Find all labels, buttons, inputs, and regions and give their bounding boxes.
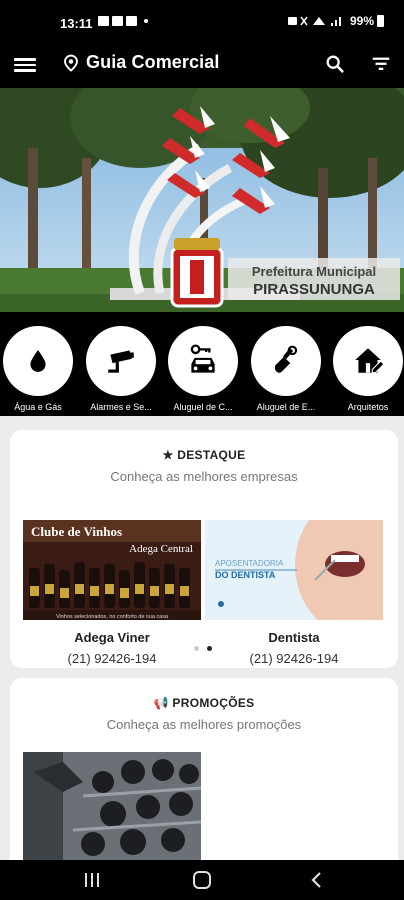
ad-line1: APOSENTADORIA xyxy=(215,559,284,568)
location-pin-icon xyxy=(64,54,78,72)
recent-apps-icon xyxy=(85,873,99,887)
notification-icons xyxy=(98,16,148,26)
ad-title: Clube de Vinhos xyxy=(31,524,122,539)
banner-caption-line1: Prefeitura Municipal xyxy=(252,264,376,279)
category-label: Água e Gás xyxy=(14,402,62,412)
home-button[interactable] xyxy=(190,870,214,890)
app-bar: Guia Comercial xyxy=(0,44,404,88)
signal-wifi-icon xyxy=(287,16,341,26)
ad-line2: DO DENTISTA xyxy=(215,570,276,580)
app-title: Guia Comercial xyxy=(86,52,220,72)
house-pencil-icon xyxy=(355,348,385,374)
destaque-card: ★ DESTAQUE Conheça as melhores empresas … xyxy=(10,430,398,668)
ad-caption: Vinhos selecionados, no conforto de sua … xyxy=(56,614,169,620)
featured-name[interactable]: Adega Viner xyxy=(23,630,201,645)
recent-apps-button[interactable] xyxy=(80,870,104,890)
carousel-indicator[interactable] xyxy=(194,646,212,651)
back-icon xyxy=(311,872,321,888)
equipment-icon xyxy=(274,345,298,373)
category-arquitetos[interactable]: Arquitetos xyxy=(331,326,404,416)
carousel-dot[interactable] xyxy=(194,646,199,651)
promocoes-title: 📢 PROMOÇÕES xyxy=(153,696,255,710)
banner-caption-line2: PIRASSUNUNGA xyxy=(253,281,375,298)
category-label: Alarmes e Se... xyxy=(90,402,152,412)
battery-icon xyxy=(377,15,384,27)
featured-phone[interactable]: (21) 92426-194 xyxy=(23,651,201,666)
water-drop-icon xyxy=(30,350,46,372)
app-screen: 13:11 99% Guia Comercial Prefeitura Muni… xyxy=(0,0,404,900)
status-time: 13:11 xyxy=(60,16,93,31)
category-label: Aluguel de E... xyxy=(256,402,316,412)
filter-icon xyxy=(372,57,390,70)
category-label: Arquitetos xyxy=(347,402,389,412)
category-label: Aluguel de C... xyxy=(173,402,233,412)
menu-button[interactable] xyxy=(14,54,36,76)
category-agua-e-gas[interactable]: Água e Gás xyxy=(1,326,75,416)
categories-strip: Água e Gás Alarmes e Se... Aluguel de C.… xyxy=(0,312,404,416)
system-navigation-bar xyxy=(0,860,404,900)
back-button[interactable] xyxy=(305,870,329,890)
search-button[interactable] xyxy=(324,53,346,75)
security-camera-icon xyxy=(108,350,134,373)
message-icon xyxy=(112,16,123,26)
promo-ad-gym[interactable] xyxy=(23,752,201,860)
status-bar: 13:11 99% xyxy=(0,0,404,44)
more-notifications-icon xyxy=(144,19,148,23)
destaque-subtitle: Conheça as melhores empresas xyxy=(110,469,298,484)
promocoes-card: 📢 PROMOÇÕES Conheça as melhores promoçõe… xyxy=(10,678,398,860)
system-icons: 99% xyxy=(287,14,384,28)
megaphone-icon: 📢 xyxy=(153,696,169,710)
featured-ad-adega[interactable]: Clube de Vinhos Adega Central Vinhos sel… xyxy=(23,520,201,620)
category-aluguel-de-equipamentos[interactable]: Aluguel de E... xyxy=(249,326,323,416)
filter-button[interactable] xyxy=(370,53,392,75)
message-icon xyxy=(126,16,137,26)
car-key-icon xyxy=(190,344,215,373)
promocoes-subtitle: Conheça as melhores promoções xyxy=(106,717,302,732)
message-icon xyxy=(98,16,109,26)
app-title-group: Guia Comercial xyxy=(62,52,219,73)
star-icon: ★ xyxy=(162,448,174,462)
home-icon xyxy=(193,871,211,889)
battery-percentage: 99% xyxy=(349,14,374,28)
destaque-title: ★ DESTAQUE xyxy=(162,448,246,462)
featured-name[interactable]: Dentista xyxy=(205,630,383,645)
search-icon xyxy=(326,55,344,73)
banner-image[interactable]: Prefeitura Municipal PIRASSUNUNGA xyxy=(0,88,404,312)
featured-phone[interactable]: (21) 92426-194 xyxy=(205,651,383,666)
carousel-dot-active[interactable] xyxy=(207,646,212,651)
ad-subtitle: Adega Central xyxy=(129,543,193,555)
category-aluguel-de-carros[interactable]: Aluguel de C... xyxy=(166,326,240,416)
category-alarmes-e-seguranca[interactable]: Alarmes e Se... xyxy=(84,326,158,416)
featured-ad-dentista[interactable]: APOSENTADORIA DO DENTISTA xyxy=(205,520,383,620)
content-area: ★ DESTAQUE Conheça as melhores empresas … xyxy=(0,416,404,860)
